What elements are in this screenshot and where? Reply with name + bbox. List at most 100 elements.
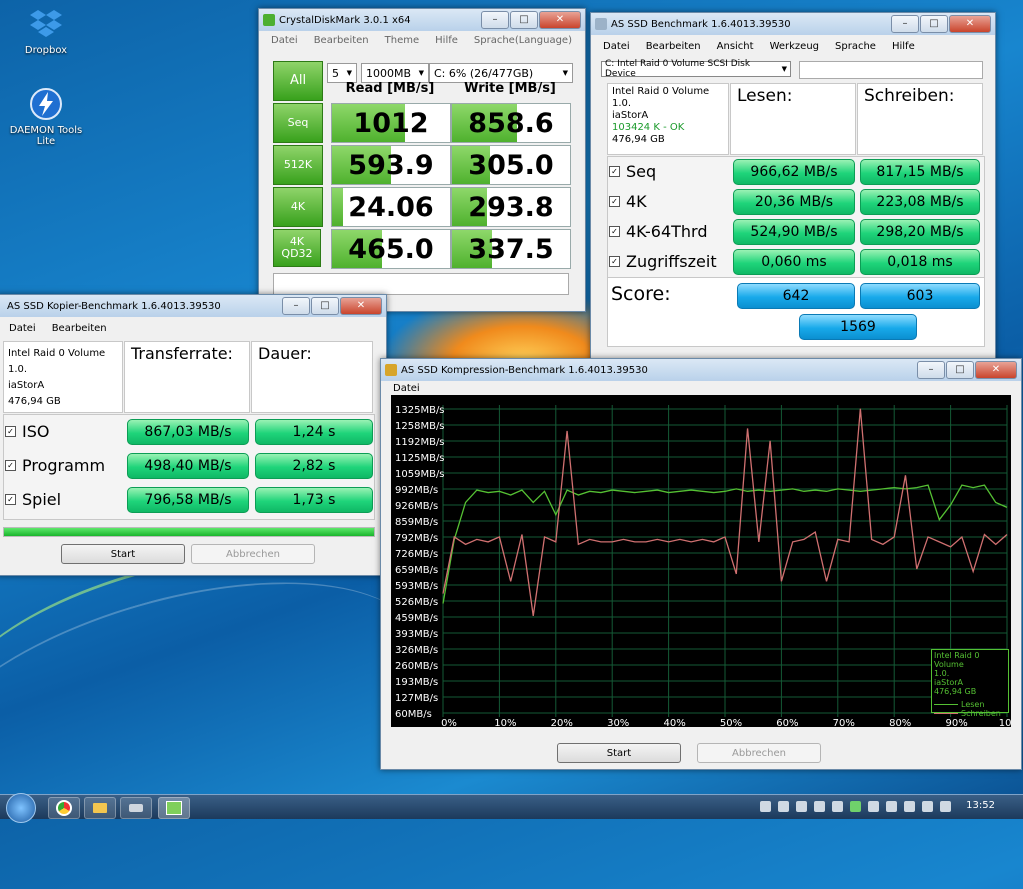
close-button[interactable]: ✕: [975, 361, 1017, 379]
read-header: Lesen:: [730, 83, 856, 155]
minimize-button[interactable]: –: [282, 297, 310, 315]
taskbar-benchmark[interactable]: [158, 797, 190, 819]
menu-datei[interactable]: Datei: [595, 41, 638, 52]
chevron-down-icon: ▼: [781, 65, 787, 73]
info-firmware: 1.0.: [612, 98, 632, 109]
seq-row-label[interactable]: ✓ Seq: [609, 159, 656, 183]
check-icon[interactable]: ✓: [5, 459, 16, 471]
drive-info-panel: Intel Raid 0 Volume 1.0. iaStorA 103424 …: [607, 83, 729, 155]
tray-icon-6[interactable]: [850, 801, 861, 812]
check-icon[interactable]: ✓: [609, 225, 620, 237]
cancel-button[interactable]: Abbrechen: [191, 544, 315, 564]
iso-time: 1,24 s: [255, 419, 373, 445]
copy-progress-bar: [3, 527, 375, 537]
tray-icon-5[interactable]: [832, 801, 843, 812]
all-button[interactable]: All: [273, 61, 323, 101]
menu-sprache[interactable]: Sprache: [827, 41, 884, 52]
as-ssd-title: AS SSD Benchmark 1.6.4013.39530: [611, 18, 791, 30]
device-select[interactable]: C: Intel Raid 0 Volume SCSI Disk Device ▼: [601, 59, 791, 79]
count-select[interactable]: 5 ▼: [327, 63, 357, 83]
maximize-button[interactable]: □: [946, 361, 974, 379]
taskbar-explorer[interactable]: [84, 797, 116, 819]
tray-icon-3[interactable]: [796, 801, 807, 812]
copy-benchmark-window: AS SSD Kopier-Benchmark 1.6.4013.39530 –…: [0, 294, 387, 576]
menu-theme[interactable]: Theme: [377, 35, 428, 46]
cdm-titlebar[interactable]: CrystalDiskMark 3.0.1 x64 – □ ✕: [259, 9, 585, 31]
menu-ansicht[interactable]: Ansicht: [709, 41, 762, 52]
y-tick-label: 1059MB/s: [395, 469, 445, 480]
daemon-tools-icon: [28, 86, 64, 122]
4k-64thrd-label: 4K-64Thrd: [626, 221, 708, 241]
menu-datei[interactable]: Datei: [263, 35, 306, 46]
menu-bearbeiten[interactable]: Bearbeiten: [638, 41, 709, 52]
check-icon[interactable]: ✓: [609, 195, 620, 207]
minimize-button[interactable]: –: [481, 11, 509, 29]
taskbar-disk-tool[interactable]: [120, 797, 152, 819]
start-button[interactable]: Start: [557, 743, 681, 763]
seq-write-result: 817,15 MB/s: [860, 159, 980, 185]
maximize-button[interactable]: □: [311, 297, 339, 315]
crystaldiskmark-window: CrystalDiskMark 3.0.1 x64 – □ ✕ Datei Be…: [258, 8, 586, 312]
programm-row-label[interactable]: ✓ Programm: [5, 453, 105, 477]
menu-datei[interactable]: Datei: [1, 323, 44, 334]
iso-row-label[interactable]: ✓ ISO: [5, 419, 49, 443]
seq-write-value: 858.6: [451, 103, 571, 143]
menu-hilfe[interactable]: Hilfe: [427, 35, 466, 46]
comment-field[interactable]: [273, 273, 569, 295]
drive-select[interactable]: C: 6% (26/477GB) ▼: [429, 63, 573, 83]
dropbox-tray-icon[interactable]: [904, 801, 915, 812]
close-button[interactable]: ✕: [340, 297, 382, 315]
4k-row-label[interactable]: ✓ 4K: [609, 189, 647, 213]
4k-qd32-read-value: 465.0: [331, 229, 451, 269]
as-ssd-text-field[interactable]: [799, 61, 983, 79]
menu-datei[interactable]: Datei: [385, 383, 428, 394]
check-icon[interactable]: ✓: [609, 165, 620, 177]
minimize-button[interactable]: –: [917, 361, 945, 379]
flag-icon[interactable]: [886, 801, 897, 812]
start-orb-icon[interactable]: [6, 793, 36, 823]
access-time-row-label[interactable]: ✓ Zugriffszeit: [609, 249, 717, 273]
minimize-button[interactable]: –: [891, 15, 919, 33]
size-select[interactable]: 1000MB ▼: [361, 63, 429, 83]
menu-sprache[interactable]: Sprache(Language): [466, 35, 580, 46]
taskbar-chrome[interactable]: [48, 797, 80, 819]
write-header: Write [MB/s]: [464, 81, 556, 96]
maximize-button[interactable]: □: [920, 15, 948, 33]
tray-icon-4[interactable]: [814, 801, 825, 812]
start-button[interactable]: Start: [61, 544, 185, 564]
menu-bearbeiten[interactable]: Bearbeiten: [44, 323, 115, 334]
cancel-button[interactable]: Abbrechen: [697, 743, 821, 763]
seq-button[interactable]: Seq: [273, 103, 323, 143]
close-button[interactable]: ✕: [539, 11, 581, 29]
512k-button[interactable]: 512K: [273, 145, 323, 185]
desktop-icon-daemon-tools[interactable]: DAEMON Tools Lite: [6, 86, 86, 147]
check-icon[interactable]: ✓: [5, 493, 16, 505]
volume-icon[interactable]: [940, 801, 951, 812]
close-button[interactable]: ✕: [949, 15, 991, 33]
compression-titlebar[interactable]: AS SSD Kompression-Benchmark 1.6.4013.39…: [381, 359, 1021, 381]
desktop-icon-dropbox[interactable]: Dropbox: [6, 6, 86, 56]
maximize-button[interactable]: □: [510, 11, 538, 29]
taskbar-clock[interactable]: 13:52: [966, 800, 995, 811]
menu-bearbeiten[interactable]: Bearbeiten: [306, 35, 377, 46]
legend-capacity: 476,94 GB: [934, 687, 977, 696]
menu-hilfe[interactable]: Hilfe: [884, 41, 923, 52]
4k-qd32-button[interactable]: 4K QD32: [273, 229, 321, 267]
check-icon[interactable]: ✓: [5, 425, 16, 437]
4k-64thrd-row-label[interactable]: ✓ 4K-64Thrd: [609, 219, 708, 243]
menu-werkzeug[interactable]: Werkzeug: [762, 41, 827, 52]
access-time-read-result: 0,060 ms: [733, 249, 855, 275]
spiel-row-label[interactable]: ✓ Spiel: [5, 487, 61, 511]
chevron-down-icon: ▼: [346, 69, 352, 77]
4k-button[interactable]: 4K: [273, 187, 323, 227]
y-tick-label: 1325MB/s: [395, 405, 445, 416]
legend-schreiben: Schreiben: [934, 709, 1006, 718]
tray-icon-1[interactable]: [760, 801, 771, 812]
tray-icon-2[interactable]: [778, 801, 789, 812]
network-icon[interactable]: [922, 801, 933, 812]
tray-icon-7[interactable]: [868, 801, 879, 812]
score-label: Score:: [611, 283, 671, 305]
check-icon[interactable]: ✓: [609, 255, 620, 267]
copy-titlebar[interactable]: AS SSD Kopier-Benchmark 1.6.4013.39530 –…: [0, 295, 386, 317]
as-ssd-titlebar[interactable]: AS SSD Benchmark 1.6.4013.39530 – □ ✕: [591, 13, 995, 35]
